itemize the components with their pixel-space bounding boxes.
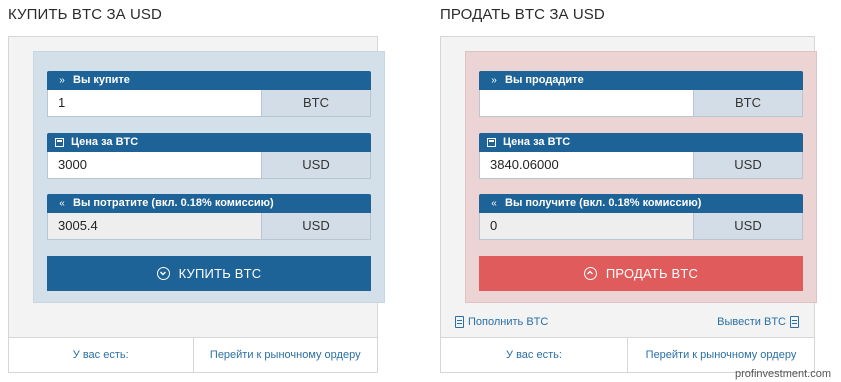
buy-balance-link[interactable]: У вас есть: [9,338,193,372]
double-chevron-right-icon: » [491,75,497,86]
chevron-up-circle-icon [583,267,597,280]
sell-price-label: Цена за BTC [503,136,571,148]
deposit-btc-link[interactable]: Пополнить BTC [451,316,548,328]
buy-price-label: Цена за BTC [71,136,139,148]
watermark: profinvestment.com [735,368,831,380]
double-chevron-right-icon: » [59,75,65,86]
sell-button[interactable]: ПРОДАТЬ BTC [479,256,803,291]
sell-total-label: Вы получите (вкл. 0.18% комиссию) [505,197,702,209]
buy-price-currency: USD [261,152,370,178]
buy-total-currency: USD [261,213,370,239]
chevron-down-circle-icon [156,267,170,280]
sell-title: ПРОДАТЬ BTC ЗА USD [440,6,605,23]
buy-amount-label: Вы купите [73,74,130,86]
sell-market-order-link[interactable]: Перейти к рыночному ордеру [627,338,814,372]
buy-amount-group: » Вы купите 1 BTC [47,71,371,121]
sell-balance-link[interactable]: У вас есть: [441,338,627,372]
calculator-icon [487,138,496,147]
sell-wallet-links: Пополнить BTC Вывести BTC [451,316,803,328]
withdraw-btc-link[interactable]: Вывести BTC [717,316,803,328]
buy-total-field: 3005.4 [48,213,261,239]
sell-price-currency: USD [693,152,802,178]
sell-total-currency: USD [693,213,802,239]
buy-panel: » Вы купите 1 BTC Цена за BTC 3000 USD «… [8,36,385,373]
buy-button-label: КУПИТЬ BTC [178,266,262,281]
sell-form: » Вы продадите BTC Цена за BTC 3840.0600… [465,51,817,303]
wallet-icon [790,316,799,328]
sell-amount-input[interactable] [480,90,693,116]
sell-total-group: « Вы получите (вкл. 0.18% комиссию) 0 US… [479,194,803,244]
buy-total-label: Вы потратите (вкл. 0.18% комиссию) [73,197,274,209]
buy-price-group: Цена за BTC 3000 USD [47,133,371,183]
sell-price-group: Цена за BTC 3840.06000 USD [479,133,803,183]
sell-amount-currency: BTC [693,90,802,116]
sell-button-label: ПРОДАТЬ BTC [605,266,699,281]
buy-amount-input[interactable]: 1 [48,90,261,116]
buy-form: » Вы купите 1 BTC Цена за BTC 3000 USD «… [33,51,385,303]
sell-price-input[interactable]: 3840.06000 [480,152,693,178]
buy-footer: У вас есть: Перейти к рыночному ордеру [9,337,377,372]
wallet-icon [455,316,464,328]
buy-title: КУПИТЬ BTC ЗА USD [8,6,162,23]
calculator-icon [55,138,64,147]
sell-panel: » Вы продадите BTC Цена за BTC 3840.0600… [440,36,817,373]
sell-amount-group: » Вы продадите BTC [479,71,803,121]
buy-button[interactable]: КУПИТЬ BTC [47,256,371,291]
buy-price-input[interactable]: 3000 [48,152,261,178]
deposit-btc-label: Пополнить BTC [468,316,549,328]
sell-total-field: 0 [480,213,693,239]
buy-amount-currency: BTC [261,90,370,116]
double-chevron-left-icon: « [59,198,65,209]
sell-footer: У вас есть: Перейти к рыночному ордеру [441,337,814,372]
buy-total-group: « Вы потратите (вкл. 0.18% комиссию) 300… [47,194,371,244]
double-chevron-left-icon: « [491,198,497,209]
sell-amount-label: Вы продадите [505,74,584,86]
withdraw-btc-label: Вывести BTC [717,316,786,328]
buy-market-order-link[interactable]: Перейти к рыночному ордеру [192,338,378,372]
